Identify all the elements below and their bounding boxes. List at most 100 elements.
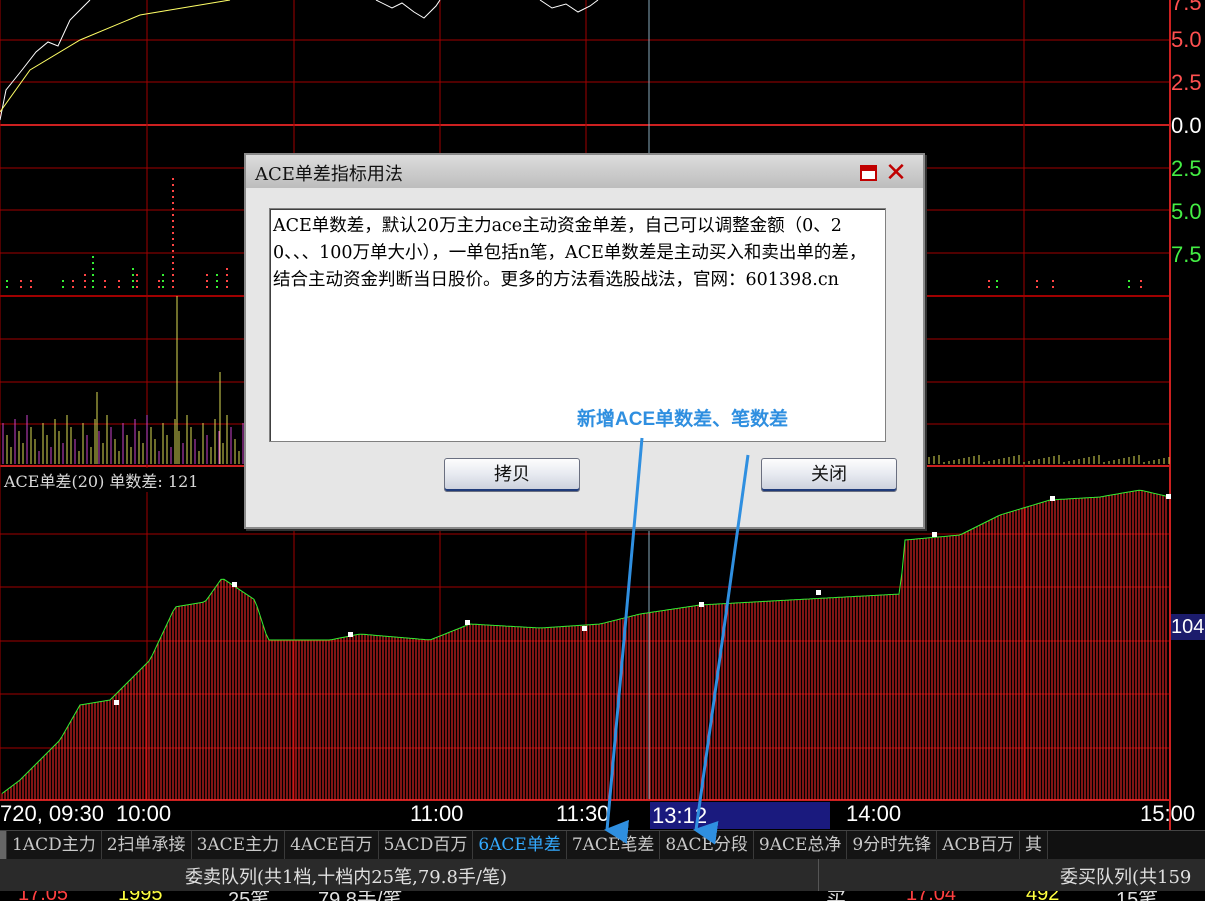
order-dot: [206, 280, 208, 282]
order-dot: [132, 280, 134, 282]
indicator-marker: [465, 620, 470, 625]
queue-value: 492: [1026, 891, 1059, 901]
order-dot: [162, 286, 164, 288]
order-dot: [132, 274, 134, 276]
order-dot: [1036, 286, 1038, 288]
time-label-1130: 11:30: [556, 801, 610, 826]
price-line-mid2: [539, 0, 599, 13]
order-dot: [172, 208, 174, 210]
order-dot: [62, 280, 64, 282]
maximize-icon[interactable]: [860, 165, 877, 181]
close-button[interactable]: 关闭: [761, 458, 897, 492]
axis-tick-5: 5.0: [1171, 199, 1202, 224]
order-dot: [206, 286, 208, 288]
order-dot: [92, 262, 94, 264]
axis-tick-3: 0.0: [1171, 113, 1202, 138]
order-dot: [206, 274, 208, 276]
tab-4[interactable]: 4ACE百万: [285, 831, 379, 859]
order-dot: [172, 262, 174, 264]
order-dot: [172, 286, 174, 288]
dialog-titlebar[interactable]: ACE单差指标用法 ✕: [246, 155, 923, 188]
sell-queue-title: 委卖队列(共1档,十档内25笔,79.8手/笔): [185, 867, 507, 888]
order-dot: [1036, 280, 1038, 282]
order-dot: [216, 286, 218, 288]
tab-2[interactable]: 2扫单承接: [101, 831, 192, 859]
tab-11[interactable]: ACB百万: [937, 831, 1020, 859]
queue-value: 15笔: [1116, 891, 1158, 901]
axis-tick-0: 7.5: [1171, 0, 1202, 15]
indicator-marker: [348, 632, 353, 637]
order-dot: [172, 256, 174, 258]
order-dot: [988, 286, 990, 288]
order-dot: [172, 238, 174, 240]
axis-tick-1: 5.0: [1171, 27, 1202, 52]
indicator-marker: [1166, 494, 1171, 499]
indicator-marker: [232, 582, 237, 587]
order-dot: [226, 274, 228, 276]
queue-value: 买: [826, 891, 846, 901]
order-dot: [84, 274, 86, 276]
time-label-1312: 13:12: [652, 803, 708, 828]
tab-9[interactable]: 9ACE总净: [753, 831, 848, 859]
order-dot: [6, 286, 8, 288]
price-line: [0, 0, 91, 121]
tab-3[interactable]: 3ACE主力: [191, 831, 286, 859]
time-label-1100: 11:00: [410, 801, 464, 826]
description-text: ACE单数差，默认20万主力ace主动资金单差，自己可以调整金额（0、20、、、…: [273, 216, 867, 290]
order-dot: [84, 286, 86, 288]
tab-bar-handle[interactable]: [0, 831, 7, 859]
order-dot: [172, 250, 174, 252]
order-dot: [1052, 286, 1054, 288]
indicator-marker: [582, 626, 587, 631]
time-label-start: 720, 09:30: [0, 801, 104, 826]
tab-7[interactable]: 7ACE笔差: [566, 831, 661, 859]
order-dot: [62, 286, 64, 288]
tab-6[interactable]: 6ACE单差: [473, 831, 567, 859]
order-dot: [172, 214, 174, 216]
order-dot: [172, 274, 174, 276]
order-dot: [226, 286, 228, 288]
order-dot: [172, 178, 174, 180]
indicator-marker: [816, 590, 821, 595]
order-dot: [158, 280, 160, 282]
axis-tick-4: 2.5: [1171, 156, 1202, 181]
indicator-marker: [1050, 496, 1055, 501]
tab-8[interactable]: 8ACE分段: [660, 831, 754, 859]
order-dot: [162, 280, 164, 282]
order-dot: [118, 286, 120, 288]
order-dot: [30, 280, 32, 282]
indicator-help-dialog: ACE单差指标用法 ✕ ACE单数差，默认20万主力ace主动资金单差，自己可以…: [244, 153, 925, 529]
time-label-1400: 14:00: [846, 801, 902, 826]
order-dot: [1140, 280, 1142, 282]
close-icon[interactable]: ✕: [884, 160, 908, 186]
order-dot: [20, 286, 22, 288]
tab-1[interactable]: 1ACD主力: [7, 831, 102, 859]
average-line: [0, 0, 231, 113]
queue-row: 17.05 1995 25笔 79.8手/笔 买 17.04 492 15笔: [0, 891, 1205, 901]
time-label-1500: 15:00: [1140, 801, 1196, 826]
order-dot: [6, 280, 8, 282]
order-dot: [216, 280, 218, 282]
time-label-1000: 10:00: [116, 801, 172, 826]
queue-value: 1995: [118, 891, 163, 901]
indicator-tab-bar: 1ACD主力 2扫单承接 3ACE主力 4ACE百万 5ACD百万 6ACE单差 7ACE笔…: [0, 830, 1205, 859]
order-dot: [172, 244, 174, 246]
queue-value: 17.04: [906, 891, 956, 901]
copy-button[interactable]: 拷贝: [444, 458, 580, 492]
tab-5[interactable]: 5ACD百万: [378, 831, 474, 859]
buy-queue-title: 委买队列(共159: [1060, 867, 1192, 888]
order-dot: [132, 286, 134, 288]
order-dot: [226, 280, 228, 282]
order-dot: [172, 184, 174, 186]
order-dot: [996, 286, 998, 288]
axis-tick-6: 7.5: [1171, 242, 1202, 267]
tab-10[interactable]: 9分时先锋: [847, 831, 938, 859]
order-dot: [162, 274, 164, 276]
order-dot: [1128, 280, 1130, 282]
order-dot: [172, 220, 174, 222]
dialog-title: ACE单差指标用法: [255, 164, 403, 185]
order-dot: [104, 286, 106, 288]
order-dot: [92, 268, 94, 270]
order-dot: [1140, 286, 1142, 288]
tab-12[interactable]: 其: [1020, 831, 1048, 859]
